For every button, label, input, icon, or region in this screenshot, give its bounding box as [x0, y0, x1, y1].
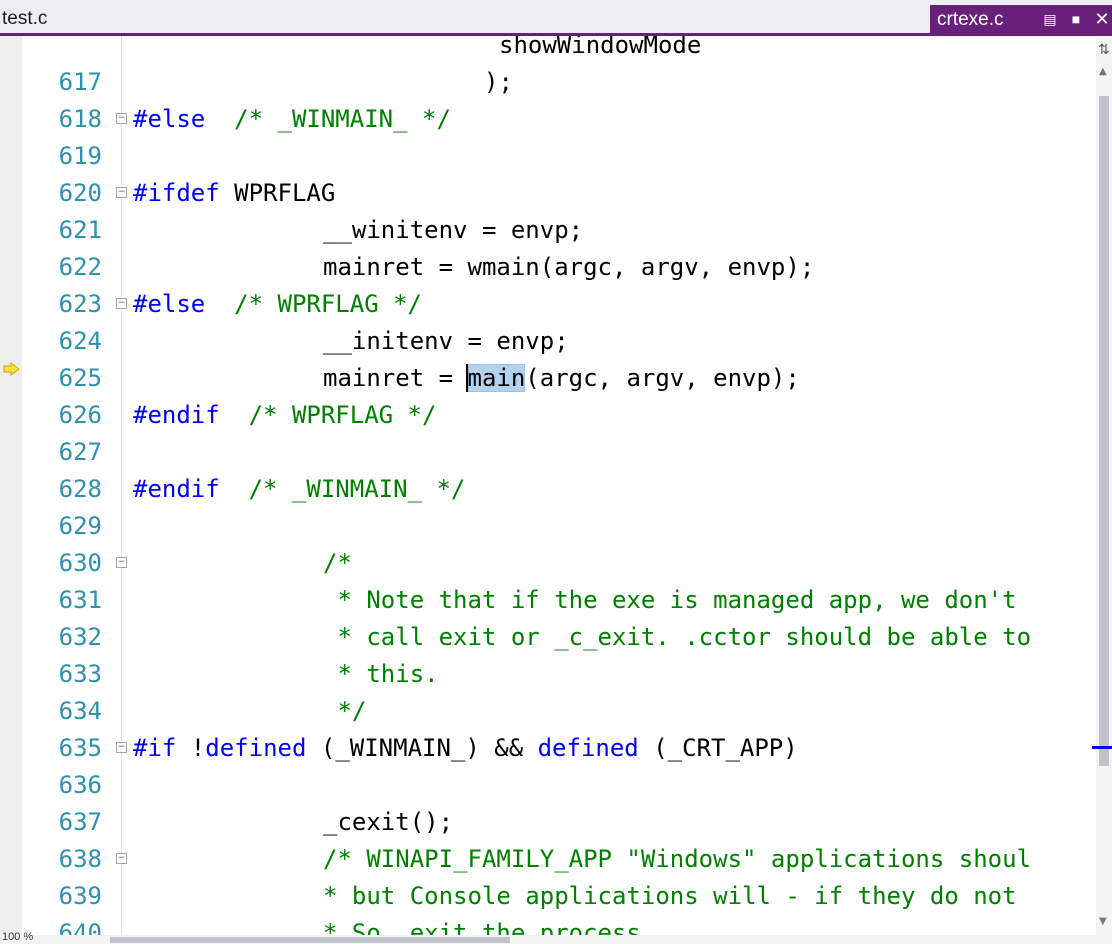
- code-token: _cexit();: [323, 808, 454, 836]
- code-line-640[interactable]: 640 * but Console applications will - if…: [0, 878, 1096, 935]
- code-token: __initenv = envp;: [323, 327, 569, 355]
- code-text: #else /* WPRFLAG */: [133, 286, 422, 323]
- keyword-token: defined: [537, 734, 639, 762]
- close-icon[interactable]: ✕: [1092, 9, 1112, 29]
- code-line-633[interactable]: 633 * call exit or _c_exit. .cctor shoul…: [0, 619, 1096, 688]
- code-token: );: [484, 68, 513, 96]
- code-text: __winitenv = envp;: [323, 212, 583, 249]
- fold-collapse-icon[interactable]: −: [116, 113, 127, 124]
- code-line-625[interactable]: 625 __initenv = envp;: [0, 323, 1096, 392]
- fold-collapse-icon[interactable]: −: [116, 298, 127, 309]
- code-text: mainret = main(argc, argv, envp);: [323, 360, 800, 397]
- comment-token: /* _WINMAIN_ */: [248, 475, 466, 503]
- scroll-down-arrow-icon[interactable]: ▼: [1099, 916, 1107, 927]
- comment-text: * call exit or _c_exit. .cctor should be…: [323, 623, 1032, 651]
- fold-collapse-icon[interactable]: −: [116, 557, 127, 568]
- code-line-624[interactable]: 624 − #else /* WPRFLAG */: [0, 286, 1096, 355]
- code-text: __initenv = envp;: [323, 323, 569, 360]
- code-line-641[interactable]: 641 * So, exit the process.: [0, 915, 1096, 935]
- keyword-token: #else: [133, 290, 206, 318]
- code-token: mainret = wmain(argc, argv, envp);: [323, 253, 815, 281]
- code-line-620[interactable]: 620: [0, 138, 1096, 207]
- code-line-632[interactable]: 632 * Note that if the exe is managed ap…: [0, 582, 1096, 651]
- code-line-627[interactable]: 627 #endif /* WPRFLAG */: [0, 397, 1096, 466]
- comment-text: /*: [323, 549, 352, 577]
- code-line-639[interactable]: 639 − /* WINAPI_FAMILY_APP "Windows" app…: [0, 841, 1096, 910]
- code-text: #endif /* WPRFLAG */: [133, 397, 436, 434]
- code-line-619[interactable]: 619 − #else /* _WINMAIN_ */: [0, 101, 1096, 170]
- selected-text[interactable]: main: [465, 364, 526, 392]
- comment-text: * but Console applications will - if the…: [323, 882, 1017, 910]
- code-token: __winitenv = envp;: [323, 216, 584, 244]
- keyword-token: #endif: [133, 475, 220, 503]
- code-line-623[interactable]: 623 mainret = wmain(argc, argv, envp);: [0, 249, 1096, 318]
- comment-text: * this.: [323, 660, 439, 688]
- tab-title: crtexe.c: [937, 9, 1004, 30]
- comment-text: */: [323, 697, 367, 725]
- code-token: showWindowMode: [499, 36, 702, 59]
- comment-text: * Note that if the exe is managed app, w…: [323, 586, 1017, 614]
- code-line-629[interactable]: 629 #endif /* _WINMAIN_ */: [0, 471, 1096, 540]
- keyword-token: #ifdef: [133, 179, 220, 207]
- tab-crtexe-c[interactable]: crtexe.c ▤ ■ ✕: [930, 5, 1112, 33]
- zoom-level[interactable]: 100 %: [2, 931, 33, 943]
- code-line-637[interactable]: 637: [0, 767, 1096, 836]
- pin-icon[interactable]: ■: [1066, 9, 1086, 29]
- code-line-618[interactable]: 618 );: [0, 64, 1096, 133]
- tab-bar: test.c crtexe.c ▤ ■ ✕: [0, 0, 1112, 36]
- code-line-638[interactable]: 638 _cexit();: [0, 804, 1096, 873]
- code-line-621[interactable]: 621 − #ifdef WPRFLAG: [0, 175, 1096, 244]
- code-line-628[interactable]: 628: [0, 434, 1096, 503]
- scroll-thumb[interactable]: [1099, 96, 1109, 766]
- code-text: );: [484, 64, 513, 101]
- code-text: #endif /* _WINMAIN_ */: [133, 471, 465, 508]
- code-token: mainret =: [323, 364, 468, 392]
- comment-text: * So, exit the process.: [323, 919, 656, 935]
- code-text: showWindowMode: [499, 36, 701, 64]
- fold-collapse-icon[interactable]: −: [116, 187, 127, 198]
- code-line-622[interactable]: 622 __winitenv = envp;: [0, 212, 1096, 281]
- code-text: #if !defined (_WINMAIN_) && defined (_CR…: [133, 730, 798, 767]
- split-window-icon[interactable]: ⇅: [1098, 42, 1110, 58]
- vertical-scrollbar[interactable]: ⇅ ▲ ▼: [1092, 36, 1112, 935]
- code-line-617[interactable]: 617 showWindowMode: [0, 36, 1096, 96]
- code-line-634[interactable]: 634 * this.: [0, 656, 1096, 725]
- horizontal-scroll-thumb[interactable]: [110, 937, 510, 943]
- keyword-token: #else: [133, 105, 206, 133]
- code-token: (_CRT_APP): [638, 734, 798, 762]
- dropdown-icon[interactable]: ▤: [1040, 9, 1060, 29]
- keyword-token: defined: [205, 734, 307, 762]
- fold-collapse-icon[interactable]: −: [116, 853, 127, 864]
- code-token: (_WINMAIN_) &&: [306, 734, 538, 762]
- code-line-636[interactable]: 636 − #if !defined (_WINMAIN_) && define…: [0, 730, 1096, 799]
- fold-collapse-icon[interactable]: −: [116, 742, 127, 753]
- code-line-626-current[interactable]: 626 mainret = main(argc, argv, envp);: [0, 360, 1096, 429]
- code-editor[interactable]: 617 showWindowMode 618 ); 619 − #else /*…: [0, 36, 1096, 935]
- comment-token: /* WPRFLAG */: [234, 290, 422, 318]
- code-line-630[interactable]: 630: [0, 508, 1096, 577]
- comment-token: /* WPRFLAG */: [248, 401, 437, 429]
- code-text: #else /* _WINMAIN_ */: [133, 101, 451, 138]
- horizontal-scrollbar[interactable]: 100 %: [0, 931, 1112, 944]
- code-text: #ifdef WPRFLAG: [133, 175, 335, 212]
- scroll-position-marker: [1092, 746, 1112, 749]
- comment-text: /* WINAPI_FAMILY_APP "Windows" applicati…: [323, 845, 1032, 873]
- code-line-631[interactable]: 631 − /*: [0, 545, 1096, 614]
- scroll-up-arrow-icon[interactable]: ▲: [1099, 66, 1107, 77]
- code-token: WPRFLAG: [219, 179, 336, 207]
- code-token: !: [176, 734, 206, 762]
- file-label-test-c[interactable]: test.c: [2, 8, 47, 30]
- code-token: (argc, argv, envp);: [525, 364, 800, 392]
- keyword-token: #if: [133, 734, 177, 762]
- code-text: mainret = wmain(argc, argv, envp);: [323, 249, 814, 286]
- comment-token: /* _WINMAIN_ */: [234, 105, 451, 133]
- code-text: _cexit();: [323, 804, 453, 841]
- keyword-token: #endif: [133, 401, 220, 429]
- code-line-635[interactable]: 635 */: [0, 693, 1096, 762]
